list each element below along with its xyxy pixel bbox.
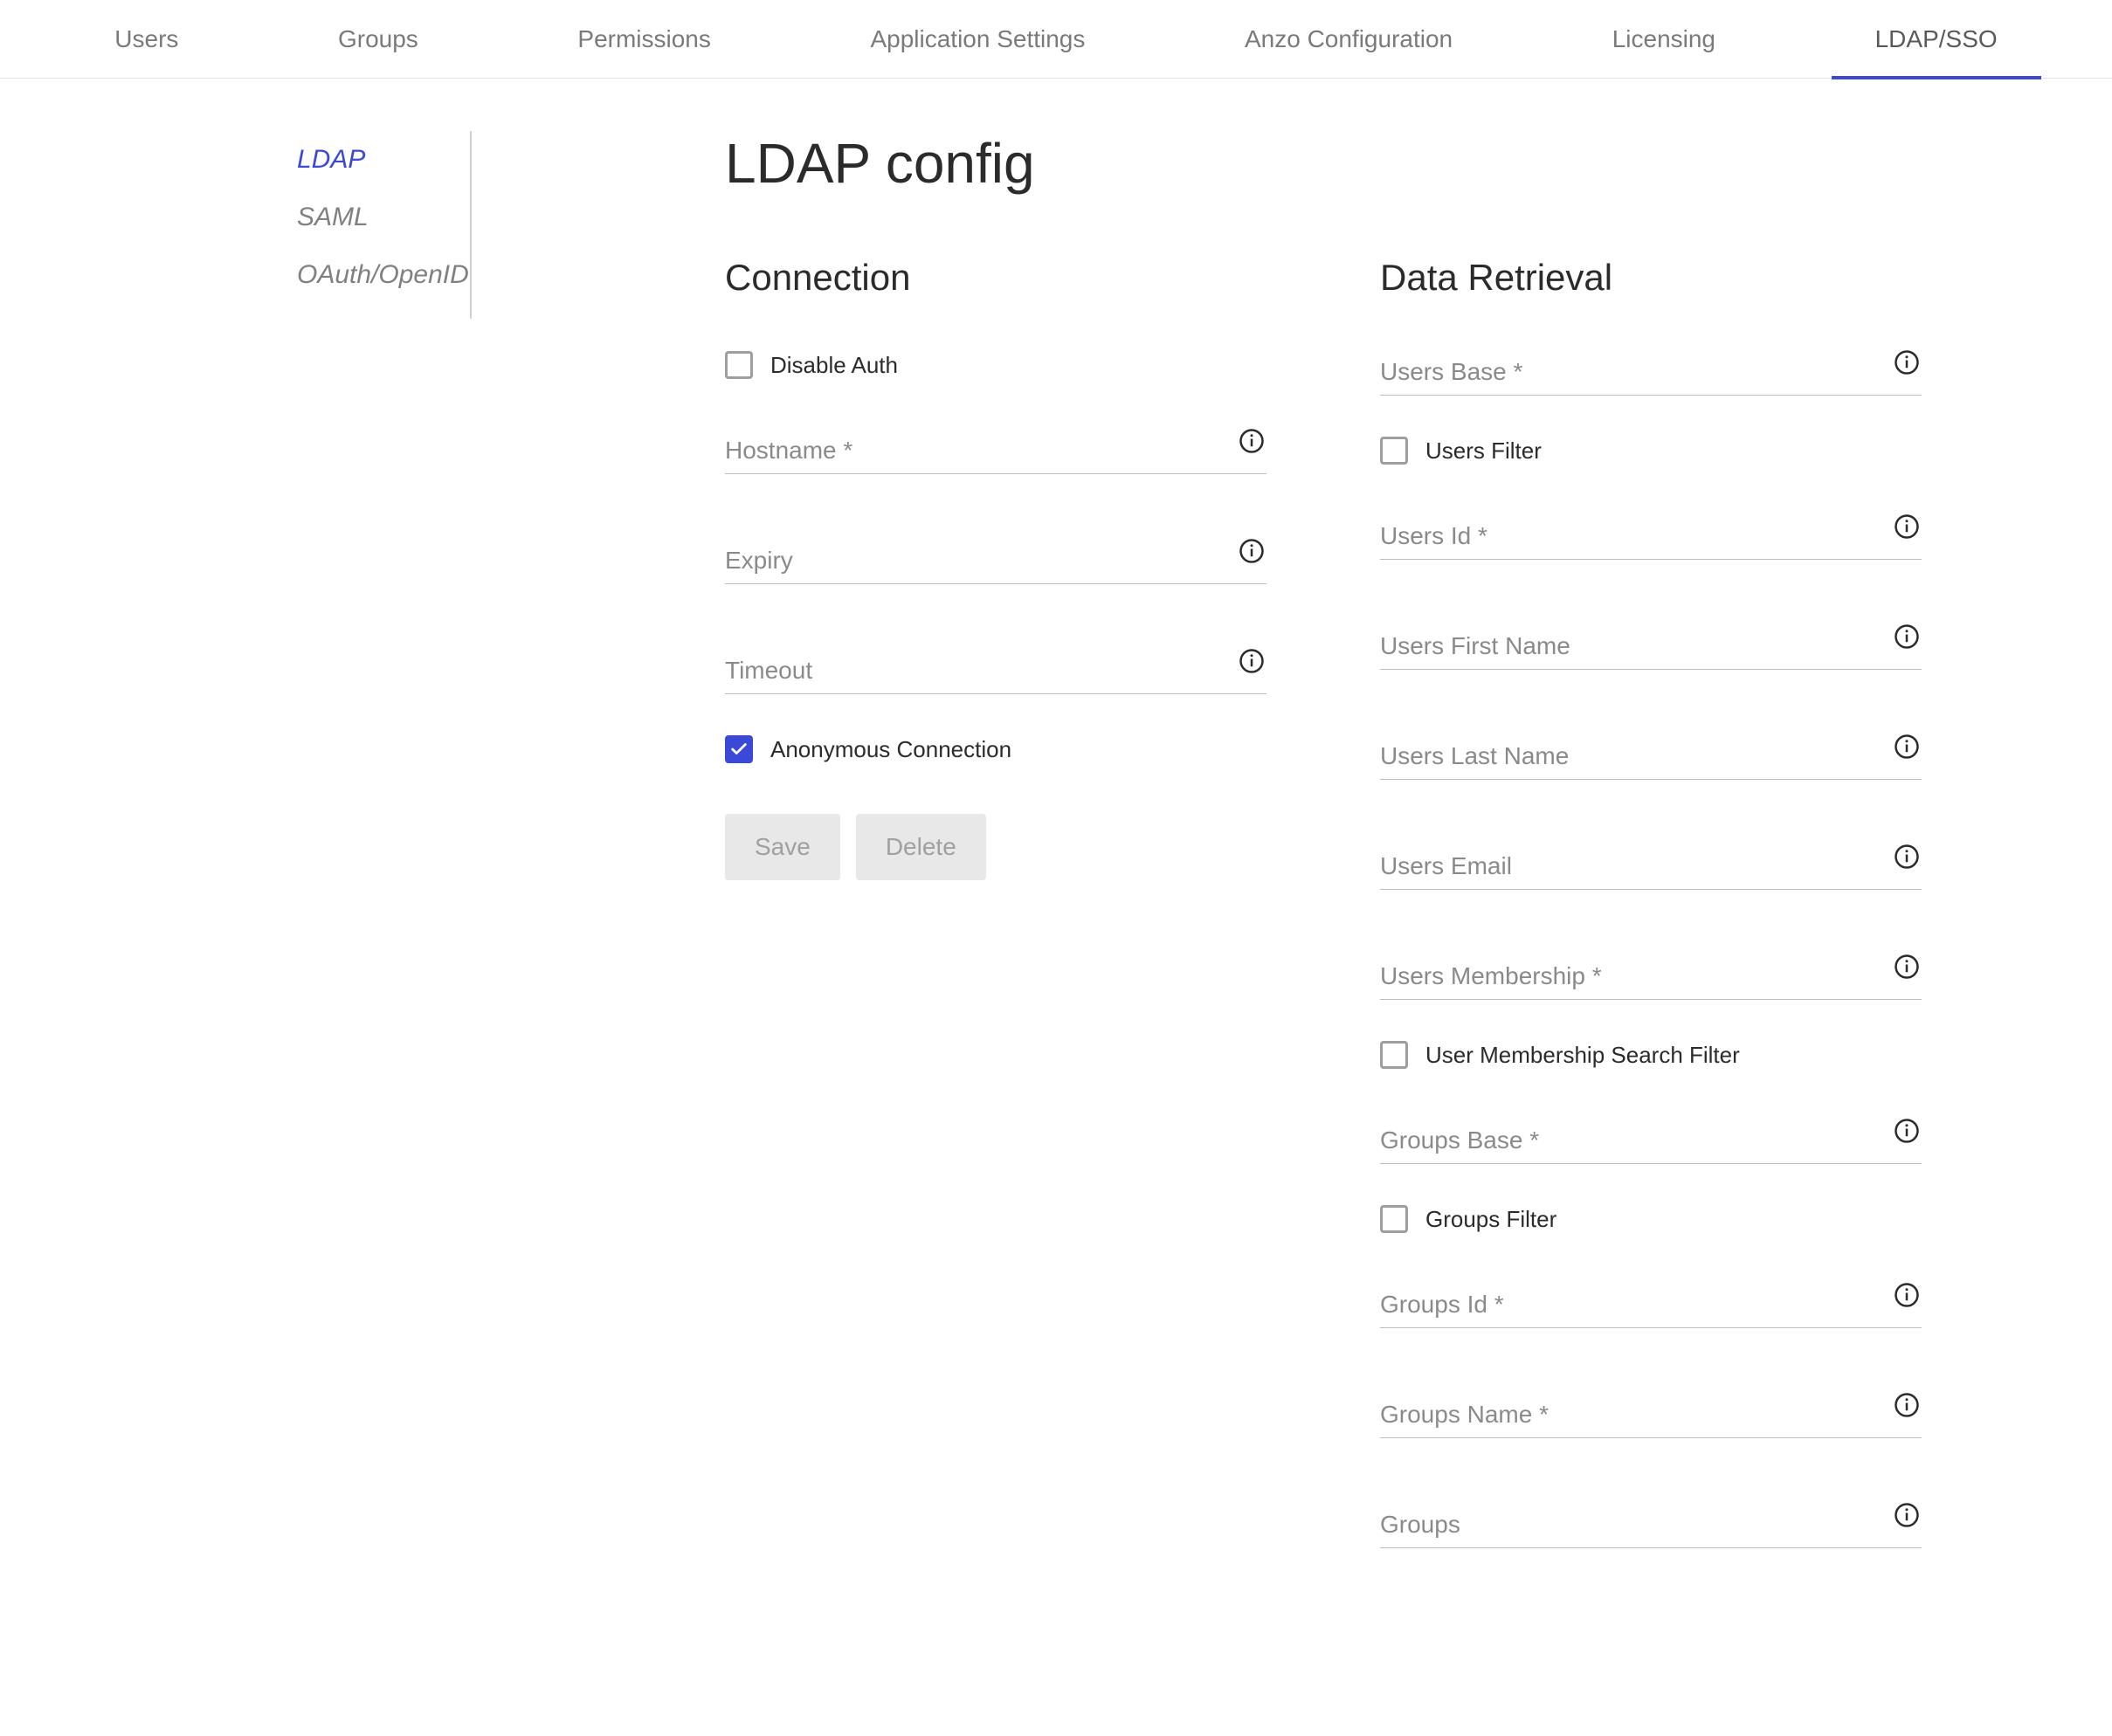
- groups-filter-label: Groups Filter: [1425, 1206, 1556, 1233]
- groups-name-field: [1380, 1394, 1922, 1438]
- users-membership-input[interactable]: [1380, 955, 1922, 1000]
- main-content: LDAP config Connection Disable Auth: [472, 131, 2112, 1614]
- sidebar-item-oauth-openid[interactable]: OAuth/OpenID: [297, 246, 470, 304]
- info-icon[interactable]: [1237, 646, 1267, 676]
- user-membership-search-filter-label: User Membership Search Filter: [1425, 1042, 1740, 1069]
- connection-section: Connection Disable Auth: [725, 257, 1267, 1614]
- connection-title: Connection: [725, 257, 1267, 299]
- info-icon[interactable]: [1892, 1280, 1922, 1310]
- user-membership-search-filter-checkbox[interactable]: [1380, 1041, 1408, 1069]
- users-filter-label: Users Filter: [1425, 437, 1542, 465]
- groups-filter-checkbox[interactable]: [1380, 1205, 1408, 1233]
- tab-ldap-sso[interactable]: LDAP/SSO: [1858, 0, 2015, 79]
- users-email-input[interactable]: [1380, 845, 1922, 890]
- hostname-input[interactable]: [725, 430, 1267, 474]
- info-icon[interactable]: [1892, 952, 1922, 982]
- tab-groups[interactable]: Groups: [321, 0, 436, 79]
- anonymous-connection-checkbox[interactable]: [725, 735, 753, 763]
- delete-button[interactable]: Delete: [856, 814, 986, 880]
- data-retrieval-section: Data Retrieval Users Filter: [1380, 257, 1922, 1614]
- groups-id-input[interactable]: [1380, 1284, 1922, 1328]
- users-email-field: [1380, 845, 1922, 890]
- users-id-field: [1380, 515, 1922, 560]
- users-filter-row: Users Filter: [1380, 437, 1922, 465]
- tab-users[interactable]: Users: [97, 0, 196, 79]
- users-base-field: [1380, 351, 1922, 396]
- tab-anzo-configuration[interactable]: Anzo Configuration: [1227, 0, 1470, 79]
- groups-field: [1380, 1504, 1922, 1548]
- users-filter-checkbox[interactable]: [1380, 437, 1408, 465]
- tab-permissions[interactable]: Permissions: [560, 0, 728, 79]
- page-title: LDAP config: [725, 131, 2042, 196]
- groups-id-field: [1380, 1284, 1922, 1328]
- tab-licensing[interactable]: Licensing: [1595, 0, 1733, 79]
- users-first-name-field: [1380, 625, 1922, 670]
- timeout-field: [725, 650, 1267, 694]
- users-first-name-input[interactable]: [1380, 625, 1922, 670]
- info-icon[interactable]: [1892, 1390, 1922, 1420]
- expiry-input[interactable]: [725, 540, 1267, 584]
- users-membership-field: [1380, 955, 1922, 1000]
- data-retrieval-title: Data Retrieval: [1380, 257, 1922, 299]
- anonymous-connection-row: Anonymous Connection: [725, 735, 1267, 763]
- sidebar-item-saml[interactable]: SAML: [297, 189, 470, 246]
- disable-auth-checkbox[interactable]: [725, 351, 753, 379]
- info-icon[interactable]: [1237, 536, 1267, 566]
- groups-base-input[interactable]: [1380, 1119, 1922, 1164]
- tab-application-settings[interactable]: Application Settings: [852, 0, 1102, 79]
- timeout-input[interactable]: [725, 650, 1267, 694]
- users-base-input[interactable]: [1380, 351, 1922, 396]
- info-icon[interactable]: [1892, 1500, 1922, 1530]
- groups-name-input[interactable]: [1380, 1394, 1922, 1438]
- users-last-name-input[interactable]: [1380, 735, 1922, 780]
- info-icon[interactable]: [1237, 426, 1267, 456]
- button-row: Save Delete: [725, 814, 1267, 880]
- info-icon[interactable]: [1892, 348, 1922, 377]
- groups-base-field: [1380, 1119, 1922, 1164]
- users-last-name-field: [1380, 735, 1922, 780]
- info-icon[interactable]: [1892, 1116, 1922, 1146]
- info-icon[interactable]: [1892, 512, 1922, 541]
- disable-auth-label: Disable Auth: [770, 352, 898, 379]
- top-nav: Users Groups Permissions Application Set…: [0, 0, 2112, 79]
- users-id-input[interactable]: [1380, 515, 1922, 560]
- info-icon[interactable]: [1892, 842, 1922, 871]
- hostname-field: [725, 430, 1267, 474]
- groups-filter-row: Groups Filter: [1380, 1205, 1922, 1233]
- sidebar-item-ldap[interactable]: LDAP: [297, 131, 470, 189]
- groups-input[interactable]: [1380, 1504, 1922, 1548]
- sidebar: LDAP SAML OAuth/OpenID: [0, 131, 472, 319]
- info-icon[interactable]: [1892, 622, 1922, 651]
- user-membership-search-filter-row: User Membership Search Filter: [1380, 1041, 1922, 1069]
- save-button[interactable]: Save: [725, 814, 840, 880]
- disable-auth-row: Disable Auth: [725, 351, 1267, 379]
- info-icon[interactable]: [1892, 732, 1922, 761]
- expiry-field: [725, 540, 1267, 584]
- anonymous-connection-label: Anonymous Connection: [770, 736, 1011, 763]
